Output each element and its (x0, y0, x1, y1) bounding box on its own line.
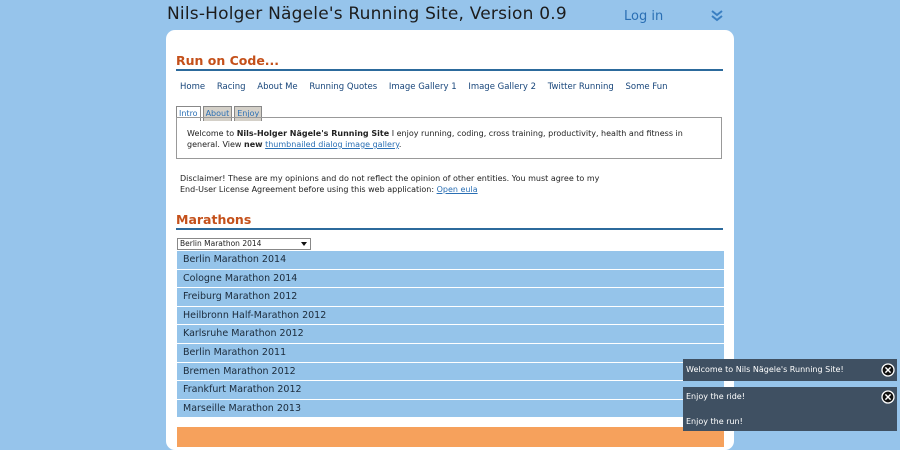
nav-image-gallery-1[interactable]: Image Gallery 1 (389, 82, 457, 92)
nav-home[interactable]: Home (180, 82, 205, 92)
marathon-item[interactable]: Berlin Marathon 2011 (177, 343, 724, 363)
nav-running-quotes[interactable]: Running Quotes (309, 82, 377, 92)
content-panel: Run on Code... Home Racing About Me Runn… (166, 30, 734, 450)
dropdown-arrow-icon (301, 242, 307, 246)
marathon-item[interactable]: Cologne Marathon 2014 (177, 269, 724, 289)
enjoy-notification: Enjoy the ride! Enjoy the run! (683, 387, 897, 431)
intro-text-1: Welcome to (187, 129, 237, 138)
disclaimer: Disclaimer! These are my opinions and do… (180, 173, 600, 195)
marathon-item[interactable]: Freiburg Marathon 2012 (177, 288, 724, 307)
chevron-double-down-icon[interactable] (709, 9, 725, 23)
marathon-select[interactable]: Berlin Marathon 2014 (177, 238, 311, 250)
marathon-item[interactable]: Berlin Marathon 2014 (177, 251, 724, 270)
nav-some-fun[interactable]: Some Fun (625, 82, 667, 92)
intro-new: new (244, 140, 263, 149)
section-heading-run-on-code: Run on Code... (176, 53, 723, 71)
nav-twitter-running[interactable]: Twitter Running (548, 82, 614, 92)
marathon-select-value: Berlin Marathon 2014 (180, 239, 262, 248)
close-icon[interactable] (881, 363, 895, 377)
nav-racing[interactable]: Racing (217, 82, 246, 92)
enjoy-ride-text: Enjoy the ride! (686, 392, 745, 401)
intro-period: . (398, 140, 402, 149)
marathon-item[interactable]: Bremen Marathon 2012 (177, 362, 724, 382)
nav-about-me[interactable]: About Me (257, 82, 297, 92)
tab-bar: Intro About Enjoy (176, 102, 264, 121)
site-title: Nils-Holger Nägele's Running Site, Versi… (167, 4, 567, 24)
marathon-item[interactable]: Marseille Marathon 2013 (177, 399, 724, 419)
close-icon[interactable] (881, 390, 895, 404)
intro-site-name: Nils-Holger Nägele's Running Site (236, 129, 390, 138)
next-section-header (177, 427, 724, 447)
welcome-notification-text: Welcome to Nils Nägele's Running Site! (686, 365, 844, 374)
main-nav: Home Racing About Me Running Quotes Imag… (180, 82, 676, 92)
section-heading-marathons: Marathons (176, 212, 723, 230)
marathon-item[interactable]: Karlsruhe Marathon 2012 (177, 325, 724, 344)
marathon-item[interactable]: Frankfurt Marathon 2012 (177, 381, 724, 400)
marathon-list: Berlin Marathon 2014 Cologne Marathon 20… (177, 251, 724, 419)
login-link[interactable]: Log in (624, 9, 663, 24)
intro-tab-content: Welcome to Nils-Holger Nägele's Running … (176, 117, 722, 159)
nav-image-gallery-2[interactable]: Image Gallery 2 (468, 82, 536, 92)
marathon-item[interactable]: Heilbronn Half-Marathon 2012 (177, 306, 724, 326)
open-eula-link[interactable]: Open eula (437, 185, 478, 194)
enjoy-run-text: Enjoy the run! (686, 417, 743, 426)
gallery-link[interactable]: thumbnailed dialog image gallery (265, 140, 399, 149)
welcome-notification: Welcome to Nils Nägele's Running Site! (683, 359, 897, 381)
disclaimer-text: Disclaimer! These are my opinions and do… (180, 174, 600, 194)
